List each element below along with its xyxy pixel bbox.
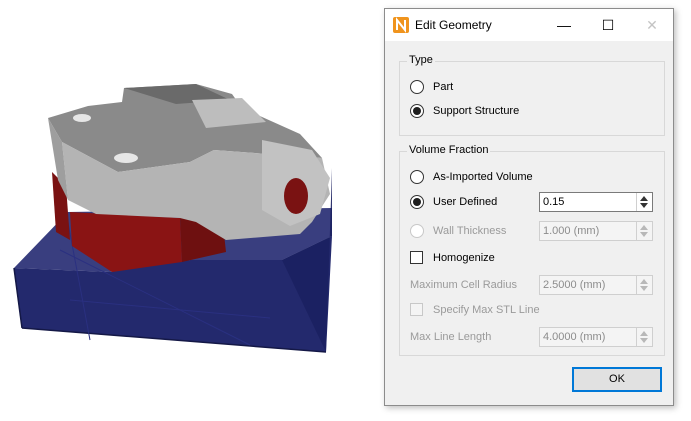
max-cell-radius-label: Maximum Cell Radius [410,279,517,291]
edit-geometry-dialog: Edit Geometry — ☐ ✕ Type Part Support St… [384,8,674,406]
max-cell-radius-spinbox[interactable]: 2.5000 (mm) [539,275,653,295]
homogenize-label[interactable]: Homogenize [433,252,495,264]
part-hole-right [284,178,308,214]
as-imported-volume-label[interactable]: As-Imported Volume [433,171,533,183]
wall-thickness-value[interactable]: 1.000 (mm) [543,225,599,237]
wall-thickness-spin-arrows[interactable] [636,222,652,240]
spin-up-icon[interactable] [640,225,648,230]
spin-down-icon[interactable] [640,232,648,237]
part-hole-top-1 [73,114,91,122]
wall-thickness-radio[interactable] [410,224,424,238]
spin-up-icon[interactable] [640,196,648,201]
spin-down-icon[interactable] [640,338,648,343]
user-defined-spinbox[interactable]: 0.15 [539,192,653,212]
user-defined-spin-arrows[interactable] [636,193,652,211]
close-button[interactable]: ✕ [630,9,674,41]
ok-button[interactable]: OK [572,367,662,392]
type-group-title: Type [407,54,435,66]
support-structure-radio[interactable] [410,104,424,118]
max-cell-radius-value[interactable]: 2.5000 (mm) [543,279,605,291]
dialog-title: Edit Geometry [415,18,492,32]
minimize-button[interactable]: — [542,9,586,41]
title-bar[interactable]: Edit Geometry — ☐ ✕ [385,9,673,41]
max-line-length-spin-arrows[interactable] [636,328,652,346]
max-line-length-value[interactable]: 4.0000 (mm) [543,331,605,343]
user-defined-value[interactable]: 0.15 [543,196,564,208]
maximize-button[interactable]: ☐ [586,9,630,41]
specify-max-stl-line-label: Specify Max STL Line [433,304,540,316]
wall-thickness-label: Wall Thickness [433,225,507,237]
app-logo-icon [393,17,409,33]
volume-fraction-group-title: Volume Fraction [407,144,491,156]
model-render [13,84,332,353]
user-defined-label[interactable]: User Defined [433,196,497,208]
volume-fraction-group: Volume Fraction As-Imported Volume User … [399,144,665,356]
homogenize-checkbox[interactable] [410,251,423,264]
part-radio-label[interactable]: Part [433,81,453,93]
spin-up-icon[interactable] [640,331,648,336]
max-cell-radius-spin-arrows[interactable] [636,276,652,294]
spin-up-icon[interactable] [640,279,648,284]
as-imported-volume-radio[interactable] [410,170,424,184]
part-hole-top-2 [114,153,138,163]
max-line-length-label: Max Line Length [410,331,492,343]
part-radio[interactable] [410,80,424,94]
spin-down-icon[interactable] [640,286,648,291]
user-defined-radio[interactable] [410,195,424,209]
support-structure-radio-label[interactable]: Support Structure [433,105,519,117]
wall-thickness-spinbox[interactable]: 1.000 (mm) [539,221,653,241]
max-line-length-spinbox[interactable]: 4.0000 (mm) [539,327,653,347]
3d-viewport[interactable] [0,0,384,418]
type-group: Type Part Support Structure [399,54,665,136]
spin-down-icon[interactable] [640,203,648,208]
specify-max-stl-line-checkbox[interactable] [410,303,423,316]
